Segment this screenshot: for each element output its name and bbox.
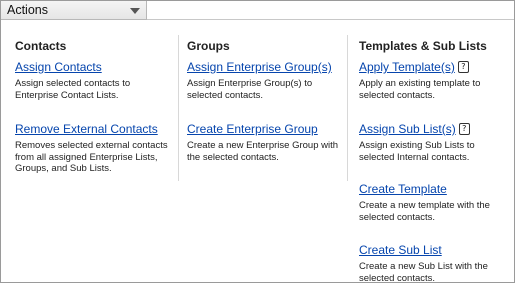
assign-sub-lists-item: Assign Sub List(s)? Assign existing Sub … [359,120,509,163]
groups-heading: Groups [187,39,230,53]
create-template-item: Create Template Create a new template wi… [359,180,509,223]
remove-external-contacts-item: Remove External Contacts Removes selecte… [15,120,175,175]
apply-templates-item: Apply Template(s)? Apply an existing tem… [359,58,509,101]
remove-external-contacts-description: Removes selected external contacts from … [15,140,168,174]
create-enterprise-group-item: Create Enterprise Group Create a new Ent… [187,120,342,163]
assign-enterprise-groups-item: Assign Enterprise Group(s) Assign Enterp… [187,58,342,101]
chevron-down-icon[interactable] [130,8,140,14]
assign-contacts-item: Assign Contacts Assign selected contacts… [15,58,175,101]
assign-enterprise-groups-description: Assign Enterprise Group(s) to selected c… [187,78,313,101]
assign-contacts-description: Assign selected contacts to Enterprise C… [15,78,131,101]
templates-sublists-heading: Templates & Sub Lists [359,39,487,53]
remove-external-contacts-link[interactable]: Remove External Contacts [15,122,158,136]
apply-templates-link[interactable]: Apply Template(s) [359,60,455,74]
actions-panel: Actions Contacts Assign Contacts Assign … [0,0,515,283]
contacts-heading: Contacts [15,39,67,53]
actions-dropdown[interactable]: Actions [1,1,147,20]
apply-templates-description: Apply an existing template to selected c… [359,78,481,101]
create-sub-list-description: Create a new Sub List with the selected … [359,261,488,283]
create-sub-list-link[interactable]: Create Sub List [359,243,442,257]
assign-sub-lists-description: Assign existing Sub Lists to selected In… [359,140,475,163]
help-icon[interactable]: ? [458,123,470,135]
create-enterprise-group-description: Create a new Enterprise Group with the s… [187,140,339,163]
create-sub-list-item: Create Sub List Create a new Sub List wi… [359,241,509,283]
create-template-description: Create a new template with the selected … [359,200,490,223]
create-template-link[interactable]: Create Template [359,182,447,196]
assign-enterprise-groups-link[interactable]: Assign Enterprise Group(s) [187,60,332,74]
column-divider [347,35,348,181]
help-icon[interactable]: ? [457,61,469,73]
assign-sub-lists-link[interactable]: Assign Sub List(s) [359,122,456,136]
create-enterprise-group-link[interactable]: Create Enterprise Group [187,122,318,136]
header-divider [147,19,514,20]
actions-label: Actions [7,3,48,17]
assign-contacts-link[interactable]: Assign Contacts [15,60,102,74]
column-divider [178,35,179,181]
